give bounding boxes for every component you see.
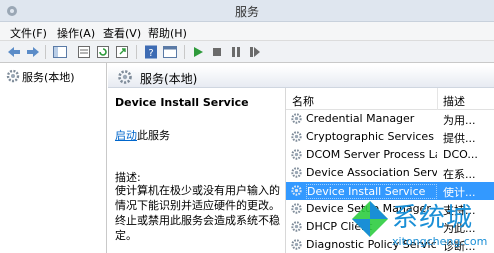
back-icon[interactable] — [6, 44, 22, 60]
gear-icon — [291, 131, 302, 142]
watermark-logo-icon — [352, 201, 388, 237]
show-hide-tree-icon[interactable] — [52, 44, 68, 60]
start-service-link[interactable]: 启动 — [115, 129, 137, 142]
service-row[interactable]: DCOM Server Process La... DCO... — [286, 146, 494, 164]
menu-bar: 文件(F) 操作(A) 查看(V) 帮助(H) — [0, 22, 494, 41]
service-description: DCO... — [443, 148, 478, 161]
refresh-icon[interactable] — [95, 44, 111, 60]
service-name: Device Association Service — [306, 166, 437, 179]
toolbar-separator — [184, 45, 185, 59]
gear-icon — [291, 239, 302, 250]
gear-icon — [291, 149, 302, 160]
tree-item-services-local[interactable]: 服务(本地) — [4, 68, 75, 84]
start-service-text: 启动此服务 — [115, 127, 170, 143]
gear-icon — [291, 167, 302, 178]
column-divider[interactable] — [437, 88, 438, 110]
stop-service-icon[interactable] — [209, 44, 225, 60]
gear-icon — [291, 221, 302, 232]
start-service-icon[interactable] — [190, 44, 206, 60]
gear-icon — [291, 185, 302, 196]
watermark-url: xitongcheng.com — [392, 235, 488, 248]
gear-icon — [291, 113, 302, 124]
properties-icon[interactable] — [76, 44, 92, 60]
service-row[interactable]: Device Association Service 在系... — [286, 164, 494, 182]
toolbar-separator — [45, 45, 46, 59]
service-description: 提供... — [443, 132, 476, 145]
start-service-suffix: 此服务 — [137, 129, 170, 142]
description-text: 使计算机在极少或没有用户输入的情况下能识别并适应硬件的更改。终止或禁用此服务会造… — [115, 184, 280, 242]
details-header: 服务(本地) — [108, 66, 494, 88]
service-title: Device Install Service — [115, 96, 249, 109]
forward-icon[interactable] — [25, 44, 41, 60]
svg-text:?: ? — [148, 48, 153, 59]
list-header: 名称 描述 — [286, 88, 494, 110]
gear-icon — [6, 69, 20, 83]
watermark: 系统城 xitongcheng.com — [348, 195, 494, 253]
title-bar: 服务 — [0, 0, 494, 22]
column-header-name[interactable]: 名称 — [292, 93, 314, 109]
window-title: 服务 — [234, 5, 259, 19]
service-row[interactable]: Cryptographic Services 提供... — [286, 128, 494, 146]
details-header-label: 服务(本地) — [140, 72, 198, 86]
menu-help[interactable]: 帮助(H) — [148, 25, 187, 41]
restart-service-icon[interactable] — [247, 44, 263, 60]
toolbar-separator — [136, 45, 137, 59]
service-description: 在系... — [443, 168, 476, 181]
console-tree: 服务(本地) — [0, 63, 107, 253]
service-name: DCOM Server Process La... — [306, 148, 437, 161]
gear-icon — [118, 70, 132, 84]
service-row[interactable]: Credential Manager 为用... — [286, 110, 494, 128]
console-icon[interactable] — [162, 44, 178, 60]
tree-item-label: 服务(本地) — [22, 71, 75, 84]
export-list-icon[interactable] — [114, 44, 130, 60]
toolbar: ? — [0, 41, 494, 63]
service-name: Cryptographic Services — [306, 130, 434, 143]
menu-action[interactable]: 操作(A) — [57, 25, 95, 41]
menu-view[interactable]: 查看(V) — [103, 25, 141, 41]
pause-service-icon[interactable] — [228, 44, 244, 60]
watermark-text: 系统城 — [392, 203, 474, 233]
service-name: Credential Manager — [306, 112, 415, 125]
help-icon[interactable]: ? — [143, 44, 159, 60]
menu-file[interactable]: 文件(F) — [10, 25, 47, 41]
gear-icon — [291, 203, 302, 214]
service-description: 为用... — [443, 114, 476, 127]
column-header-description[interactable]: 描述 — [443, 93, 465, 109]
